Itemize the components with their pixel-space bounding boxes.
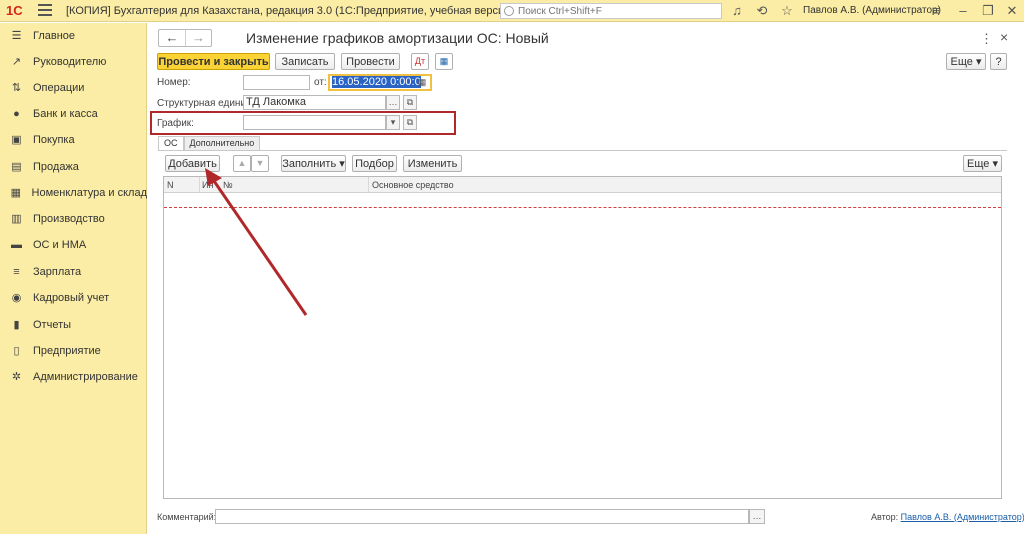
column-number[interactable]: № xyxy=(223,177,233,193)
sidebar-item-reports[interactable]: ▮ Отчеты xyxy=(0,314,147,336)
app-title: [КОПИЯ] Бухгалтерия для Казахстана, реда… xyxy=(66,5,514,17)
tab-bar: ОС Дополнительно xyxy=(158,136,261,150)
chevron-down-icon[interactable]: ▾ xyxy=(386,115,400,130)
pick-button[interactable]: Подбор xyxy=(352,155,397,172)
table-more-button[interactable]: Еще ▾ xyxy=(963,155,1002,172)
main-menu-icon[interactable] xyxy=(38,4,52,16)
unit-field[interactable]: ТД Лакомка xyxy=(243,95,386,110)
column-in[interactable]: Ин xyxy=(202,177,213,193)
global-search[interactable] xyxy=(500,3,722,19)
more-button[interactable]: Еще ▾ xyxy=(946,53,986,70)
save-button[interactable]: Записать xyxy=(275,53,335,70)
sidebar-item-admin[interactable]: ✲ Администрирование xyxy=(0,366,147,388)
sidebar-item-hr[interactable]: ◉ Кадровый учет xyxy=(0,287,147,309)
arrow-up-icon[interactable]: ▲ xyxy=(233,155,251,172)
current-user[interactable]: Павлов А.В. (Администратор) xyxy=(803,5,941,16)
unit-select-button[interactable]: … xyxy=(386,95,400,110)
tab-divider xyxy=(158,150,1007,151)
tab-assets[interactable]: ОС xyxy=(158,136,184,150)
truck-icon: ▬ xyxy=(11,238,22,251)
number-field[interactable] xyxy=(243,75,310,90)
sidebar-item-bank[interactable]: ● Банк и касса xyxy=(0,103,147,125)
unit-open-icon[interactable]: ⧉ xyxy=(403,95,417,110)
structure-icon[interactable]: ▦ xyxy=(435,53,453,70)
operations-icon: ⇅ xyxy=(11,81,22,94)
close-app-icon[interactable]: ✕ xyxy=(1004,3,1020,19)
top-bar: 1С [КОПИЯ] Бухгалтерия для Казахстана, р… xyxy=(0,0,1024,22)
bar-chart-icon: ▮ xyxy=(13,318,20,331)
stock-icon: ▦ xyxy=(10,186,21,199)
sidebar-item-enterprise[interactable]: ▯ Предприятие xyxy=(0,340,147,362)
home-icon: ☰ xyxy=(11,29,22,42)
sidebar-item-stock[interactable]: ▦ Номенклатура и склад xyxy=(0,182,147,204)
more-actions-icon[interactable]: ⋮ xyxy=(980,31,993,47)
new-row-marker xyxy=(164,207,1001,208)
search-icon xyxy=(504,6,514,16)
app-logo: 1С xyxy=(6,3,23,18)
sidebar-item-main[interactable]: ☰ Главное xyxy=(0,25,147,47)
schedule-field[interactable] xyxy=(243,115,386,130)
building-icon: ▯ xyxy=(13,344,20,357)
post-button[interactable]: Провести xyxy=(341,53,400,70)
close-form-icon[interactable]: × xyxy=(1000,29,1008,45)
column-asset[interactable]: Основное средство xyxy=(372,177,454,193)
calendar-icon[interactable]: ▦ xyxy=(415,76,429,91)
people-icon: ◉ xyxy=(11,291,22,304)
sidebar-item-manager[interactable]: ↗ Руководителю xyxy=(0,51,147,73)
search-input[interactable] xyxy=(518,5,708,17)
purchase-icon: ▣ xyxy=(11,133,22,146)
comment-label: Комментарий: xyxy=(157,512,217,522)
table-header xyxy=(164,177,1001,193)
column-separator xyxy=(199,177,200,193)
column-n[interactable]: N xyxy=(167,177,174,193)
document-form: ← → Изменение графиков амортизации ОС: Н… xyxy=(148,23,1024,534)
schedule-label: График: xyxy=(157,118,194,129)
sidebar-item-sales[interactable]: ▤ Продажа xyxy=(0,156,147,178)
sales-icon: ▤ xyxy=(11,160,22,173)
sidebar-item-assets[interactable]: ▬ ОС и НМА xyxy=(0,234,147,256)
add-button[interactable]: Добавить xyxy=(165,155,220,172)
minimize-icon[interactable]: – xyxy=(955,3,971,19)
comment-expand-button[interactable]: … xyxy=(749,509,765,524)
sidebar-item-salary[interactable]: ≡ Зарплата xyxy=(0,261,147,283)
tab-additional[interactable]: Дополнительно xyxy=(183,136,261,150)
bank-icon: ● xyxy=(13,107,20,120)
assets-table: N Ин № Основное средство xyxy=(163,176,1002,499)
number-label: Номер: xyxy=(157,77,191,88)
bell-icon[interactable]: ♫ xyxy=(729,3,745,19)
author-link[interactable]: Павлов А.В. (Администратор) xyxy=(901,512,1024,522)
comment-field[interactable] xyxy=(215,509,749,524)
help-button[interactable]: ? xyxy=(990,53,1007,70)
sidebar: ☰ Главное ↗ Руководителю ⇅ Операции ● Банк и… xyxy=(0,23,147,534)
author-info: Автор: Павлов А.В. (Администратор) xyxy=(871,512,1024,522)
history-nav: ← → xyxy=(158,29,212,47)
sidebar-item-operations[interactable]: ⇅ Операции xyxy=(0,77,147,99)
production-icon: ▥ xyxy=(11,212,22,225)
dt-kt-icon[interactable]: Дт xyxy=(411,53,429,70)
schedule-open-icon[interactable]: ⧉ xyxy=(403,115,417,130)
favorites-icon[interactable]: ☆ xyxy=(779,3,795,19)
post-and-close-button[interactable]: Провести и закрыть xyxy=(157,53,270,70)
chart-icon: ↗ xyxy=(11,55,22,68)
restore-icon[interactable]: ❐ xyxy=(980,3,996,19)
gear-icon: ✲ xyxy=(11,370,22,383)
arrow-down-icon[interactable]: ▼ xyxy=(251,155,269,172)
history-icon[interactable]: ⟲ xyxy=(754,3,770,19)
sidebar-item-purchase[interactable]: ▣ Покупка xyxy=(0,129,147,151)
page-title: Изменение графиков амортизации ОС: Новый xyxy=(246,30,549,46)
fill-button[interactable]: Заполнить ▾ xyxy=(281,155,346,172)
date-label: от: xyxy=(314,77,327,88)
back-arrow-icon[interactable]: ← xyxy=(159,30,185,46)
column-separator xyxy=(368,177,369,193)
change-button[interactable]: Изменить xyxy=(403,155,462,172)
forward-arrow-icon[interactable]: → xyxy=(184,30,211,46)
salary-icon: ≡ xyxy=(13,265,20,278)
settings-menu-icon[interactable]: ≡ xyxy=(928,3,944,19)
sidebar-item-production[interactable]: ▥ Производство xyxy=(0,208,147,230)
